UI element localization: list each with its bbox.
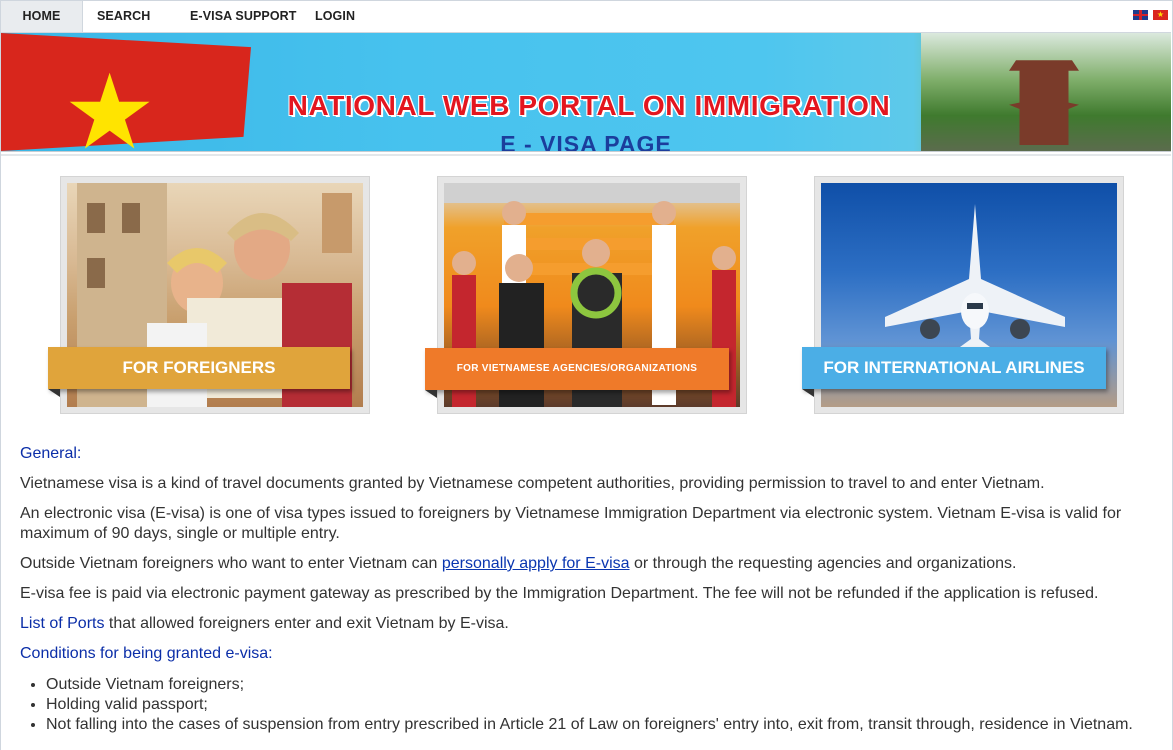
divider	[1, 154, 1171, 156]
banner-title: NATIONAL WEB PORTAL ON IMMIGRATION	[287, 90, 891, 121]
for-airlines-button[interactable]: FOR INTERNATIONAL AIRLINES	[802, 347, 1106, 397]
paragraph-apply: Outside Vietnam foreigners who want to e…	[20, 554, 1150, 574]
list-of-ports-link[interactable]: List of Ports	[20, 615, 104, 632]
paragraph-evisa-definition: An electronic visa (E-visa) is one of vi…	[20, 505, 1122, 542]
top-nav: HOME SEARCH E-VISA SUPPORT LOGIN ★	[1, 1, 1171, 33]
for-foreigners-label: FOR FOREIGNERS	[122, 358, 276, 377]
for-airlines-label: FOR INTERNATIONAL AIRLINES	[823, 358, 1085, 377]
ribbon-fold	[802, 389, 814, 397]
apply-text-after: or through the requesting agencies and o…	[629, 555, 1017, 572]
for-agencies-label: FOR VIETNAMESE AGENCIES/ORGANIZATIONS	[456, 363, 698, 374]
paragraph-fee: E-visa fee is paid via electronic paymen…	[20, 585, 1099, 602]
header-banner: ★ NATIONAL WEB PORTAL ON IMMIGRATION E -…	[1, 33, 1171, 152]
nav-home[interactable]: HOME	[1, 1, 83, 32]
uk-flag-icon[interactable]	[1133, 10, 1148, 20]
ribbon-fold	[48, 389, 60, 397]
apply-text-before: Outside Vietnam foreigners who want to e…	[20, 555, 442, 572]
apply-evisa-link[interactable]: personally apply for E-visa	[442, 555, 630, 572]
airplane-icon	[885, 204, 1065, 361]
star-icon: ★	[63, 55, 157, 152]
nav-search[interactable]: SEARCH	[97, 1, 150, 32]
for-foreigners-button[interactable]: FOR FOREIGNERS	[48, 347, 350, 397]
conditions-list: Outside Vietnam foreigners; Holding vali…	[20, 675, 1166, 735]
conditions-heading: Conditions for being granted e-visa:	[20, 645, 273, 662]
ports-text-after: that allowed foreigners enter and exit V…	[104, 615, 509, 632]
banner-subtitle: E - VISA PAGE	[500, 131, 672, 152]
list-item: Not falling into the cases of suspension…	[46, 715, 1166, 735]
nav-login[interactable]: LOGIN	[315, 1, 355, 32]
nav-evisa-support[interactable]: E-VISA SUPPORT	[190, 1, 297, 32]
paragraph-ports: List of Ports that allowed foreigners en…	[20, 614, 1150, 634]
paragraph-visa-definition: Vietnamese visa is a kind of travel docu…	[20, 475, 1045, 492]
general-heading: General:	[20, 445, 82, 462]
ribbon-fold	[425, 390, 437, 398]
list-item: Outside Vietnam foreigners;	[46, 675, 1166, 695]
list-item: Holding valid passport;	[46, 695, 1166, 715]
for-agencies-button[interactable]: FOR VIETNAMESE AGENCIES/ORGANIZATIONS	[425, 348, 729, 398]
vietnam-flag-icon[interactable]: ★	[1153, 10, 1168, 20]
